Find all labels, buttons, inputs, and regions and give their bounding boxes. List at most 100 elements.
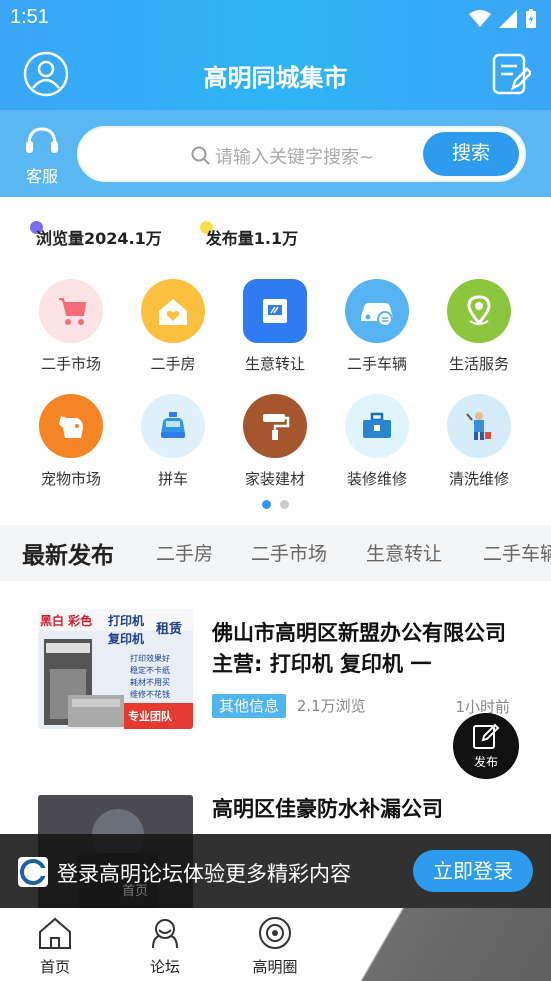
car-icon — [345, 279, 409, 343]
paint-roller-icon — [243, 394, 307, 458]
stat-views-text: 浏览量2024.1万 — [36, 229, 162, 248]
battery-icon — [526, 9, 536, 28]
logo-icon — [20, 859, 48, 885]
customer-service-button[interactable]: 客服 — [18, 125, 66, 187]
printer-ad-image: 黑白 彩色 打印机 复印机 租赁 打印效果好 稳定不卡纸 耗材不用买 维修不花钱… — [38, 609, 193, 729]
stat-views: 浏览量2024.1万 — [30, 221, 162, 249]
dog-icon — [39, 394, 103, 458]
category-carpool[interactable]: 拼车 — [122, 394, 224, 489]
post-views: 2.1万浏览 — [296, 697, 366, 715]
category-pet-market[interactable]: 宠物市场 — [20, 394, 122, 489]
tabbar-shadow — [320, 908, 551, 981]
post-tag[interactable]: 其他信息 — [212, 694, 287, 718]
taxi-icon — [141, 394, 205, 458]
publish-label: 发布 — [473, 755, 498, 769]
circle-icon — [259, 917, 291, 949]
shop-icon — [243, 279, 307, 343]
post-card[interactable]: 黑白 彩色 打印机 复印机 租赁 打印效果好 稳定不卡纸 耗材不用买 维修不花钱… — [20, 584, 531, 752]
home-icon — [39, 917, 71, 949]
stat-posts-text: 发布量1.1万 — [205, 229, 299, 248]
category-label: 二手市场 — [40, 355, 101, 373]
post-title[interactable]: 佛山市高明区新盟办公有限公司 主营: 打印机 复印机 一 — [212, 618, 512, 680]
tab-used-cars[interactable]: 二手车辆 — [483, 539, 551, 566]
search-placeholder: 请输入关键字搜索~ — [191, 143, 374, 169]
thumb-text: 稳定不卡纸 — [130, 665, 170, 675]
status-time: 1:51 — [10, 6, 49, 28]
thumb-text: 黑白 彩色 — [40, 613, 92, 628]
title-bar: 高明同城集市 — [0, 38, 551, 110]
stat-posts: 发布量1.1万 — [199, 221, 299, 249]
pager-dot-active — [262, 500, 271, 509]
publish-button[interactable]: 发布 — [453, 713, 519, 779]
category-used-cars[interactable]: 二手车辆 — [326, 279, 428, 374]
login-banner: 登录高明论坛体验更多精彩内容 首页 立即登录 — [0, 834, 551, 908]
house-heart-icon — [141, 279, 205, 343]
search-button[interactable]: 搜索 — [423, 132, 519, 176]
search-icon — [191, 146, 210, 165]
tab-latest[interactable]: 最新发布 — [22, 536, 114, 570]
category-renovation-repair[interactable]: 装修维修 — [326, 394, 428, 489]
category-life-services[interactable]: 生活服务 — [428, 279, 530, 374]
thumb-text: 复印机 — [107, 631, 144, 646]
customer-service-label: 客服 — [25, 167, 58, 186]
bottom-tab-bar: 首页 论坛 高明圈 — [0, 908, 551, 981]
forum-logo — [18, 857, 48, 887]
tab-business-transfer[interactable]: 生意转让 — [366, 539, 442, 566]
tab-second-hand-market[interactable]: 二手市场 — [251, 539, 327, 566]
stats-bar: 浏览量2024.1万 发布量1.1万 — [30, 221, 299, 249]
search-placeholder-text: 请输入关键字搜索~ — [215, 147, 375, 168]
feed-tabs: 最新发布 二手房 二手市场 生意转让 二手车辆 — [0, 525, 551, 581]
category-label: 拼车 — [157, 470, 188, 488]
category-second-hand-market[interactable]: 二手市场 — [20, 279, 122, 374]
compose-icon[interactable] — [491, 52, 531, 96]
login-message: 登录高明论坛体验更多精彩内容 — [57, 862, 351, 886]
cleaner-icon — [447, 394, 511, 458]
search-row: 客服 请输入关键字搜索~ 搜索 — [0, 110, 551, 197]
category-home-materials[interactable]: 家装建材 — [224, 394, 326, 489]
thumb-text: 打印效果好 — [130, 653, 170, 663]
status-bar: 1:51 — [0, 0, 551, 38]
search-input[interactable]: 请输入关键字搜索~ 搜索 — [77, 126, 526, 182]
category-label: 装修维修 — [346, 470, 407, 488]
category-label: 家装建材 — [244, 470, 305, 488]
thumb-text: 打印机 — [108, 613, 144, 628]
category-label: 生活服务 — [448, 355, 509, 373]
tab-forum[interactable]: 论坛 — [130, 916, 200, 977]
category-grid: 二手市场 二手房 生意转让 二手车辆 生活服务 宠物市场 拼车 家装建材 装修维… — [20, 279, 531, 489]
category-label: 清洗维修 — [448, 470, 509, 488]
thumb-text: 专业团队 — [128, 709, 173, 723]
headset-icon — [26, 127, 58, 153]
location-pin-icon — [447, 279, 511, 343]
tab-home[interactable]: 首页 — [20, 916, 90, 977]
pager-dot — [280, 500, 289, 509]
category-cleaning-repair[interactable]: 清洗维修 — [428, 394, 530, 489]
thumb-text: 耗材不用买 — [130, 677, 170, 687]
login-button[interactable]: 立即登录 — [413, 850, 533, 892]
header-background: 1:51 高明同城集市 客服 请输入关键字搜索~ 搜索 — [0, 0, 551, 197]
tab-gaoming-circle[interactable]: 高明圈 — [240, 916, 310, 977]
status-icons — [469, 8, 537, 30]
tab-home-label: 首页 — [39, 958, 70, 976]
pager-dots — [262, 500, 289, 509]
forum-icon — [152, 919, 178, 949]
category-label: 二手车辆 — [346, 355, 407, 373]
tab-second-hand-house[interactable]: 二手房 — [156, 539, 213, 566]
main-content: 浏览量2024.1万 发布量1.1万 二手市场 二手房 生意转让 二手车辆 生活… — [0, 197, 551, 908]
tab-gaoming-circle-label: 高明圈 — [252, 958, 298, 976]
signal-icon — [499, 10, 517, 28]
post-thumbnail: 黑白 彩色 打印机 复印机 租赁 打印效果好 稳定不卡纸 耗材不用买 维修不花钱… — [38, 609, 193, 729]
page-title: 高明同城集市 — [203, 64, 348, 92]
post-title[interactable]: 高明区佳豪防水补漏公司 — [212, 794, 512, 825]
stroller-icon — [39, 279, 103, 343]
thumb-text: 维修不花钱 — [130, 689, 170, 699]
post-meta: 其他信息 2.1万浏览 1小时前 — [212, 694, 512, 718]
category-second-hand-house[interactable]: 二手房 — [122, 279, 224, 374]
compose-icon — [473, 723, 500, 749]
category-label: 二手房 — [150, 355, 196, 373]
wifi-icon — [469, 10, 491, 27]
ghost-home-label: 首页 — [122, 884, 149, 899]
thumb-text: 租赁 — [156, 621, 182, 637]
category-label: 宠物市场 — [40, 470, 101, 488]
category-business-transfer[interactable]: 生意转让 — [224, 279, 326, 374]
tab-forum-label: 论坛 — [149, 958, 180, 976]
